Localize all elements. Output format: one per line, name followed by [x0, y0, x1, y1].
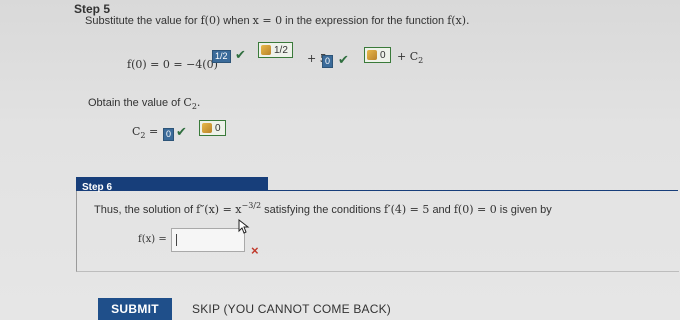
instruction-condition: x = 0 [252, 14, 283, 27]
key-icon [202, 123, 212, 133]
exponent-filled: 1/2 [212, 46, 231, 64]
c2-filled: 0 [163, 124, 175, 142]
step6-text: Thus, the solution of f″(x) = x−3/2 sati… [94, 201, 552, 216]
text-caret [176, 234, 177, 246]
submit-button[interactable]: SUBMIT [98, 298, 172, 320]
fx-label: f(x) = [138, 234, 167, 245]
obtain-var: C [183, 96, 192, 109]
instruction-text: Substitute the value for [85, 15, 198, 27]
fx-answer-input[interactable] [171, 228, 245, 252]
instruction-text-post: in the expression for the function [285, 15, 445, 27]
c2-equals: = [149, 125, 159, 138]
filled-zero: 0 [322, 51, 334, 69]
key-icon [367, 50, 377, 60]
condition-one: f′(4) = 5 [384, 203, 430, 216]
mouse-cursor-icon [238, 219, 250, 234]
plus-c-text: + C [397, 50, 419, 63]
instruction-text-mid: when [223, 15, 250, 27]
c2-sub: 2 [140, 131, 146, 140]
skip-button[interactable]: SKIP (YOU CANNOT COME BACK) [192, 298, 392, 320]
step6-text-pre: Thus, the solution of [94, 204, 194, 216]
answer-c2-value: 0 [215, 122, 221, 134]
equation-lhs: f(0) = 0 = −4(0) [127, 58, 218, 71]
answer-box-constant[interactable]: 0 [364, 47, 391, 63]
wrong-icon: × [251, 243, 259, 258]
step6-text-mid: satisfying the conditions [264, 204, 381, 216]
instruction-fx: f(x). [447, 14, 470, 27]
obtain-label: Obtain the value of [88, 97, 181, 109]
fpp-base: f″(x) = x [196, 203, 242, 216]
c-subscript: 2 [418, 56, 424, 65]
c2-equation: C2 = [132, 125, 159, 140]
check-icon: ✔ [176, 124, 187, 139]
condition-two: f(0) = 0 [453, 203, 497, 216]
obtain-var-sub: 2 [191, 102, 197, 111]
fpp-expression: f″(x) = x−3/2 [196, 201, 262, 216]
check-icon: ✔ [338, 52, 349, 67]
answer-constant-value: 0 [380, 49, 386, 61]
step5-instruction: Substitute the value for f(0) when x = 0… [85, 14, 470, 27]
obtain-variable: C2. [183, 96, 201, 111]
answer-box-c2[interactable]: 0 [199, 120, 226, 136]
step6-and: and [432, 204, 451, 216]
obtain-dot: . [196, 96, 201, 109]
instruction-fn: f(0) [200, 14, 221, 27]
answer-exponent-value: 1/2 [274, 44, 288, 56]
exponent-value: 1/2 [212, 50, 231, 63]
step6-header: Step 6 [76, 177, 268, 193]
check-icon: ✔ [235, 47, 246, 62]
obtain-text: Obtain the value of C2. [88, 96, 201, 111]
c2-filled-value: 0 [163, 128, 175, 141]
key-icon [261, 45, 271, 55]
filled-zero-value: 0 [322, 55, 334, 68]
fpp-exponent: −3/2 [241, 201, 262, 210]
step6-text-post: is given by [499, 204, 552, 216]
plus-c2: + C2 [397, 50, 424, 65]
answer-box-exponent[interactable]: 1/2 [258, 42, 293, 58]
